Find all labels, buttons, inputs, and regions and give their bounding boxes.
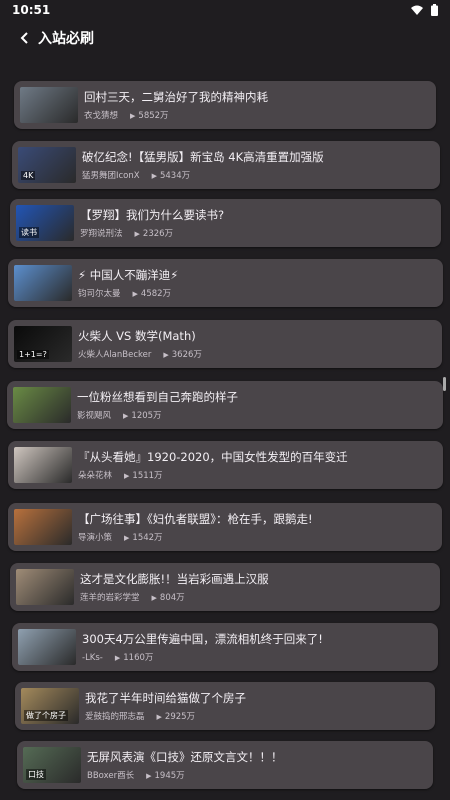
play-count-icon: ▶ [134,230,140,238]
video-thumbnail[interactable] [20,87,78,123]
video-title: 这才是文化膨胀!！当岩彩画遇上汉服 [80,572,269,586]
video-title: 『从头看她』1920-2020，中国女性发型的百年变迁 [78,450,348,464]
video-card[interactable]: 『从头看她』1920-2020，中国女性发型的百年变迁朵朵花林 ▶ 1511万 [8,441,443,489]
video-thumbnail[interactable]: 读书 [16,205,74,241]
video-thumbnail[interactable] [18,629,76,665]
video-meta: 火柴人AlanBecker ▶ 3626万 [78,348,202,360]
thumbnail-badge: 做了个房子 [24,710,68,721]
video-thumbnail[interactable] [16,569,74,605]
video-views: 804万 [159,593,185,603]
video-author: 莲羊的岩彩学堂 [80,593,140,603]
battery-icon [431,4,438,16]
video-meta: 影视飓风 ▶ 1205万 [77,409,162,421]
video-meta: 罗翔说刑法 ▶ 2326万 [80,227,173,239]
chevron-left-icon [20,32,28,44]
play-count-icon: ▶ [156,713,162,721]
video-title: 回村三天，二舅治好了我的精神内耗 [84,90,268,104]
video-title: 无屏风表演《口技》还原文言文！！！ [87,750,283,764]
video-meta: 爱鼓捣的邢志磊 ▶ 2925万 [85,710,195,722]
video-author: 猛男舞团IconX [82,171,140,181]
status-time: 10:51 [12,3,51,17]
video-meta: -LKs- ▶ 1160万 [82,651,153,663]
video-title: 【罗翔】我们为什么要读书? [80,208,225,222]
video-card[interactable]: 这才是文化膨胀!！当岩彩画遇上汉服莲羊的岩彩学堂 ▶ 804万 [10,563,440,611]
video-views: 5852万 [138,111,169,121]
video-thumbnail[interactable] [14,447,72,483]
video-author: 钧司尔太曼 [78,289,121,299]
video-title: 破亿纪念!【猛男版】新宝岛 4K高清重置加强版 [82,150,324,164]
thumbnail-badge: 读书 [19,227,39,238]
video-views: 1945万 [154,771,185,781]
video-card[interactable]: ⚡ 中国人不蹦洋迪⚡ 钧司尔太曼 ▶ 4582万 [8,259,443,307]
video-meta: 莲羊的岩彩学堂 ▶ 804万 [80,591,185,603]
scrollbar[interactable] [443,377,446,391]
video-views: 2326万 [142,229,174,239]
video-card[interactable]: 一位粉丝想看到自己奔跑的样子影视飓风 ▶ 1205万 [7,381,443,429]
play-count-icon: ▶ [124,534,130,542]
video-meta: 衣戈猜想 ▶ 5852万 [84,109,169,121]
thumbnail-badge: 1+1=? [17,350,49,359]
status-icons [411,4,438,16]
video-views: 1205万 [131,411,162,421]
video-author: 爱鼓捣的邢志磊 [85,712,145,722]
video-card[interactable]: 300天4万公里传遍中国，漂流相机终于回来了! -LKs- ▶ 1160万 [12,623,438,671]
video-author: -LKs- [82,653,103,663]
video-card[interactable]: 4K 破亿纪念!【猛男版】新宝岛 4K高清重置加强版猛男舞团IconX ▶ 5434万 [12,141,440,189]
video-views: 5434万 [159,171,191,181]
video-meta: 钧司尔太曼 ▶ 4582万 [78,287,171,299]
play-count-icon: ▶ [124,472,130,480]
video-title: 一位粉丝想看到自己奔跑的样子 [77,390,238,404]
video-thumbnail[interactable]: 1+1=? [14,326,72,362]
video-views: 1542万 [132,533,163,543]
video-title: 【广场往事】《妇仇者联盟》：枪在手，跟鹅走! [78,512,313,526]
play-count-icon: ▶ [151,172,157,180]
thumbnail-badge: 口技 [26,769,46,780]
video-author: 火柴人AlanBecker [78,350,152,360]
video-views: 1511万 [132,471,163,481]
video-title: ⚡ 中国人不蹦洋迪⚡ [78,268,179,282]
thumbnail-badge: 4K [21,171,36,180]
play-count-icon: ▶ [130,112,136,120]
video-author: 影视飓风 [77,411,112,421]
play-count-icon: ▶ [132,290,138,298]
video-meta: 朵朵花林 ▶ 1511万 [78,469,163,481]
video-meta: 猛男舞团IconX ▶ 5434万 [82,169,190,181]
video-author: BBoxer酉长 [87,771,135,781]
video-card[interactable]: 口技 无屏风表演《口技》还原文言文！！！ BBoxer酉长 ▶ 1945万 [17,741,433,789]
status-bar: 10:51 [0,0,450,22]
page-title: 入站必刷 [38,31,94,47]
wifi-icon [411,5,423,15]
video-thumbnail[interactable] [14,509,72,545]
play-count-icon: ▶ [146,772,152,780]
play-count-icon: ▶ [123,412,129,420]
video-card[interactable]: 1+1=? 火柴人 VS 数学(Math) 火柴人AlanBecker ▶ 3626万 [8,320,442,368]
video-author: 罗翔说刑法 [80,229,123,239]
video-title: 火柴人 VS 数学(Math) [78,329,196,343]
video-thumbnail[interactable]: 做了个房子 [21,688,79,724]
video-title: 我花了半年时间给猫做了个房子 [85,691,246,705]
video-card[interactable]: 【广场往事】《妇仇者联盟》：枪在手，跟鹅走! 导演小策 ▶ 1542万 [8,503,442,551]
video-views: 1160万 [123,653,154,663]
play-count-icon: ▶ [151,594,157,602]
back-button[interactable] [14,26,36,50]
video-views: 3626万 [171,350,202,360]
video-thumbnail[interactable]: 4K [18,147,76,183]
video-author: 衣戈猜想 [84,111,119,121]
video-meta: BBoxer酉长 ▶ 1945万 [87,769,185,781]
video-title: 300天4万公里传遍中国，漂流相机终于回来了! [82,632,323,646]
video-views: 4582万 [140,289,172,299]
video-thumbnail[interactable] [14,265,72,301]
play-count-icon: ▶ [114,654,121,662]
video-views: 2925万 [164,712,196,722]
app-bar: 入站必刷 [0,24,450,54]
play-count-icon: ▶ [163,351,169,359]
video-author: 导演小策 [78,533,113,543]
video-thumbnail[interactable]: 口技 [23,747,81,783]
video-card[interactable]: 回村三天，二舅治好了我的精神内耗衣戈猜想 ▶ 5852万 [14,81,436,129]
video-card[interactable]: 做了个房子 我花了半年时间给猫做了个房子爱鼓捣的邢志磊 ▶ 2925万 [15,682,435,730]
video-author: 朵朵花林 [78,471,113,481]
video-card[interactable]: 读书 【罗翔】我们为什么要读书? 罗翔说刑法 ▶ 2326万 [10,199,441,247]
video-thumbnail[interactable] [13,387,71,423]
video-meta: 导演小策 ▶ 1542万 [78,531,163,543]
